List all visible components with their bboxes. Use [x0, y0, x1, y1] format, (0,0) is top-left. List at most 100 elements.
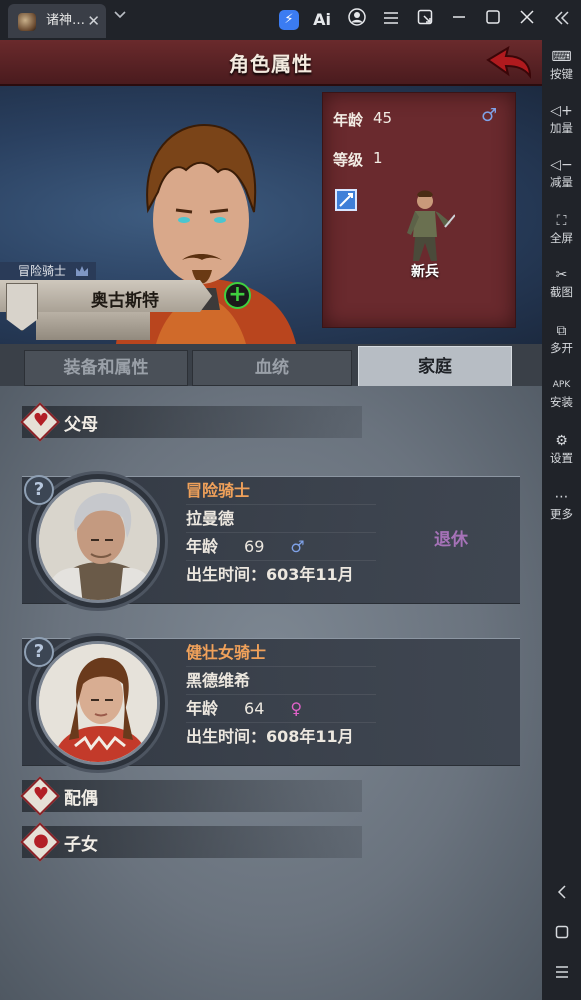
user-icon[interactable]: [345, 8, 369, 32]
sidebar-more[interactable]: ⋯ 更多: [542, 488, 581, 522]
hero-name[interactable]: 奥古斯特: [40, 286, 210, 311]
status-badge: 退休: [434, 530, 468, 550]
father-age-row: 年龄 69 ♂: [186, 533, 376, 561]
mother-portrait: [36, 641, 160, 765]
tab-dropdown-icon[interactable]: [114, 8, 126, 22]
mother-birth: 出生时间：608年11月: [186, 727, 354, 746]
father-age: 69: [244, 537, 265, 556]
bolt-icon[interactable]: ⚡: [279, 10, 299, 30]
settings-icon: ⚙: [555, 433, 568, 449]
back-arrow-icon[interactable]: [486, 46, 532, 80]
tab-bloodline[interactable]: 血统: [192, 350, 352, 386]
sword-skill-icon[interactable]: [335, 189, 357, 211]
section-spouse: ♥ 配偶: [20, 776, 362, 816]
mother-age: 64: [244, 699, 265, 718]
male-icon: ♂: [481, 105, 498, 126]
sidebar-keyboard[interactable]: ⌨ 按键: [542, 48, 581, 82]
minimize-icon[interactable]: [447, 8, 471, 32]
sidebar-label: 按键: [550, 67, 573, 81]
heart-icon: ♥: [32, 784, 50, 805]
class-tag: 冒险骑士: [0, 262, 96, 280]
volume-up-icon: ◁+: [550, 103, 573, 119]
tab-bar: 装备和属性 血统 家庭: [0, 344, 542, 388]
app-tab-title: 诸神…: [46, 13, 86, 28]
help-icon[interactable]: ?: [24, 475, 54, 505]
section-children: ● 子女: [20, 822, 362, 862]
sidebar-label: 减量: [550, 175, 573, 189]
family-content: ♥ 父母 ? 冒险骑士 拉曼德 年龄 69 ♂ 出生时间：603年11月 退休 …: [0, 386, 542, 1000]
menu-icon[interactable]: [379, 8, 403, 32]
crown-icon: [76, 266, 88, 276]
apk-icon: APK: [552, 380, 571, 390]
help-icon[interactable]: ?: [24, 637, 54, 667]
sidebar-install[interactable]: APK 安装: [542, 376, 581, 410]
name-plate-lower: [36, 312, 150, 340]
emulator-sidebar: ⌨ 按键 ◁+ 加量 ◁− 减量 ⛶ 全屏 ✂ 截图 ⧉ 多开 APK 安装 ⚙ 设置 ⋯ 更多: [542, 0, 581, 1000]
level-label: 等级: [333, 151, 364, 169]
sidebar-settings[interactable]: ⚙ 设置: [542, 432, 581, 466]
level-value: 1: [373, 149, 383, 167]
tab-equipment[interactable]: 装备和属性: [24, 350, 188, 386]
age-value: 45: [373, 109, 393, 127]
sidebar-screenshot[interactable]: ✂ 截图: [542, 266, 581, 300]
sidebar-label: 安装: [550, 395, 573, 409]
sidebar-label: 多开: [550, 341, 573, 355]
sidebar-volume-up[interactable]: ◁+ 加量: [542, 102, 581, 136]
back-icon[interactable]: [542, 884, 581, 904]
section-parents: ♥ 父母: [20, 402, 362, 442]
mother-class: 健壮女骑士: [186, 639, 376, 667]
father-portrait: [36, 479, 160, 603]
sidebar-label: 更多: [550, 507, 573, 521]
volume-down-icon: ◁−: [550, 157, 573, 173]
more-icon: ⋯: [554, 489, 569, 505]
father-class: 冒险骑士: [186, 477, 376, 505]
sidebar-multi[interactable]: ⧉ 多开: [542, 322, 581, 356]
add-button[interactable]: +: [224, 282, 251, 309]
emulator-title-bar: 诸神… ✕ ⚡ Ai: [0, 0, 581, 40]
unit-name: 新兵: [411, 264, 439, 280]
stat-panel: 年龄 45 ♂ 等级 1 新兵 经验 0%: [322, 92, 516, 369]
section-title: 父母: [64, 415, 98, 435]
sidebar-label: 加量: [550, 121, 573, 135]
sidebar-label: 全屏: [550, 231, 573, 245]
maximize-icon[interactable]: [481, 8, 505, 32]
heart-icon: ♥: [32, 410, 50, 431]
mother-age-row: 年龄 64 ♀: [186, 695, 376, 723]
collapse-icon[interactable]: [542, 10, 581, 29]
sidebar-label: 设置: [550, 451, 573, 465]
child-icon: ●: [33, 830, 49, 851]
ai-icon-label: Ai: [313, 10, 331, 29]
close-icon[interactable]: [515, 8, 539, 32]
screenshot-window-icon[interactable]: [413, 8, 437, 32]
age-label: 年龄: [186, 537, 219, 556]
app-icon: [18, 13, 36, 31]
father-name: 拉曼德: [186, 505, 376, 533]
home-icon[interactable]: [542, 924, 581, 943]
game-viewport: 角色属性 冒险骑士 奥古斯特 + 年龄 45 ♂ 等级 1 新兵 装备和属性 血…: [0, 40, 542, 1000]
mother-name: 黑德维希: [186, 667, 376, 695]
sidebar-volume-down[interactable]: ◁− 减量: [542, 156, 581, 190]
parent-card-father[interactable]: ? 冒险骑士 拉曼德 年龄 69 ♂ 出生时间：603年11月 退休: [22, 471, 520, 611]
page-title: 角色属性: [229, 52, 313, 76]
ai-icon[interactable]: Ai: [310, 8, 334, 32]
sidebar-label: 截图: [550, 285, 573, 299]
parent-card-mother[interactable]: ? 健壮女骑士 黑德维希 年龄 64 ♀ 出生时间：608年11月: [22, 633, 520, 773]
section-title: 配偶: [64, 789, 98, 809]
age-label: 年龄: [333, 111, 364, 129]
tab-family[interactable]: 家庭: [358, 346, 512, 388]
app-tab[interactable]: 诸神… ✕: [8, 4, 106, 38]
class-tag-label: 冒险骑士: [18, 264, 67, 278]
age-label: 年龄: [186, 699, 219, 718]
fullscreen-icon: ⛶: [556, 213, 567, 229]
sidebar-fullscreen[interactable]: ⛶ 全屏: [542, 212, 581, 246]
father-birth: 出生时间：603年11月: [186, 565, 354, 584]
keyboard-icon: ⌨: [551, 49, 572, 65]
recent-apps-icon[interactable]: [542, 964, 581, 983]
section-title: 子女: [64, 835, 98, 855]
scissors-icon: ✂: [555, 267, 568, 283]
tab-close-icon[interactable]: ✕: [87, 4, 100, 38]
header-bar: 角色属性: [0, 40, 542, 86]
male-icon: ♂: [290, 537, 305, 556]
female-icon: ♀: [290, 699, 303, 718]
multi-instance-icon: ⧉: [556, 323, 567, 339]
